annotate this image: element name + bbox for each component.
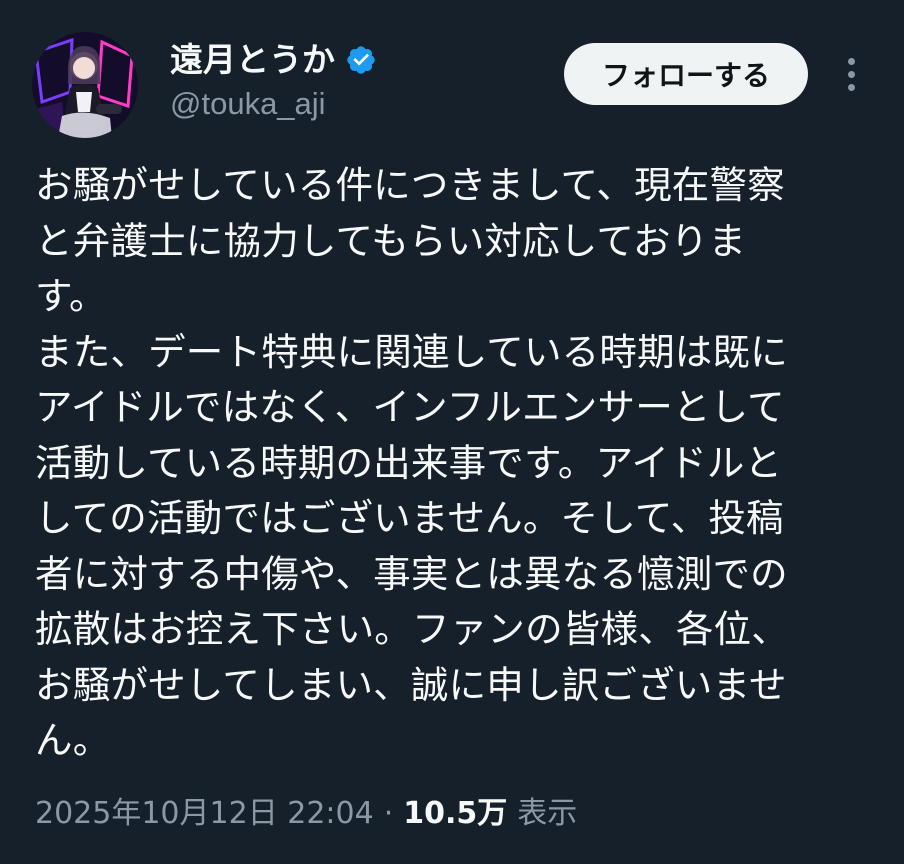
more-vertical-icon[interactable] [835,52,867,96]
meta-separator: · [383,796,394,831]
tweet-text: お騒がせしている件につきまして、現在警察 と弁護士に協力してもらい対応しておりま… [35,163,789,762]
display-name[interactable]: 遠月とうか [170,40,335,80]
tweet-meta: 2025年10月12日 22:04 · 10.5万 表示 [35,792,577,836]
user-handle[interactable]: @touka_aji [170,84,326,124]
avatar[interactable] [32,32,138,138]
verified-badge-icon[interactable] [345,44,377,76]
follow-button[interactable]: フォローする [564,43,808,105]
views-count: 10.5万 [403,796,508,831]
views-label: 表示 [517,796,578,831]
display-name-row[interactable]: 遠月とうか [170,40,377,80]
tweet-timestamp[interactable]: 2025年10月12日 22:04 [35,792,374,836]
avatar-photo [32,32,138,138]
